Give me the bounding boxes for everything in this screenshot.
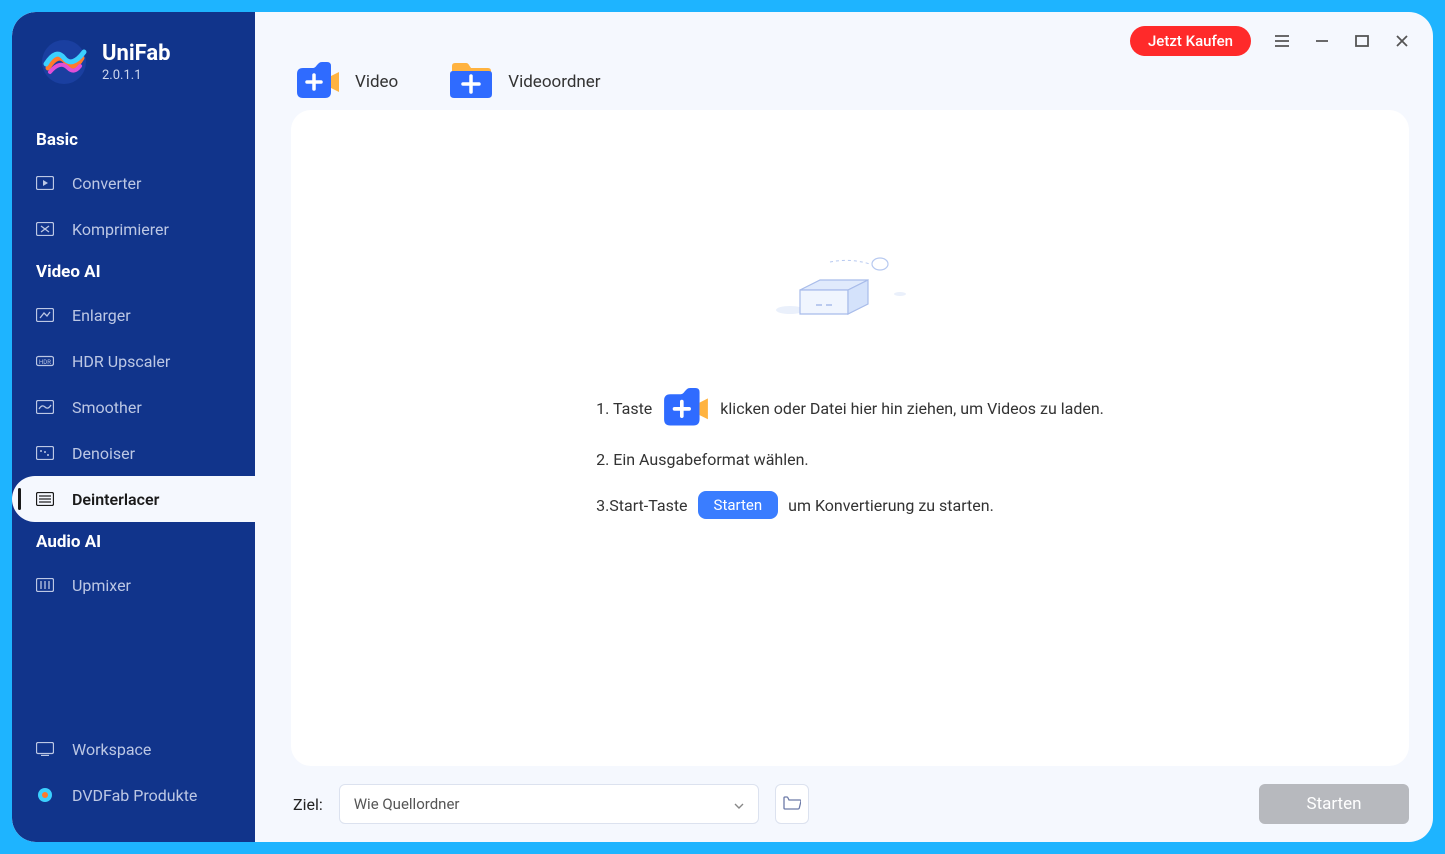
step-2: 2. Ein Ausgabeformat wählen. (596, 450, 1104, 469)
denoise-icon (36, 446, 54, 460)
add-folder-label: Videoordner (508, 72, 600, 92)
sidebar-item-converter[interactable]: Converter (12, 160, 255, 206)
sidebar-item-label: DVDFab Produkte (72, 786, 197, 805)
sidebar-item-label: Workspace (72, 740, 151, 759)
main-area: Jetzt Kaufen Video Videoordner (255, 12, 1433, 842)
add-video-inline-icon (662, 388, 710, 428)
step-1-text-b: klicken oder Datei hier hin ziehen, um V… (720, 399, 1104, 418)
sidebar-item-label: Converter (72, 174, 141, 193)
top-actions: Video Videoordner (255, 56, 1433, 110)
logo: UniFab 2.0.1.1 (12, 38, 255, 86)
maximize-icon[interactable] (1353, 32, 1371, 50)
sidebar-item-denoiser[interactable]: Denoiser (12, 430, 255, 476)
sidebar-item-hdr-upscaler[interactable]: HDR HDR Upscaler (12, 338, 255, 384)
step-1-text-a: 1. Taste (596, 399, 652, 418)
app-name: UniFab (102, 41, 171, 66)
app-version: 2.0.1.1 (102, 68, 171, 83)
browse-folder-button[interactable] (775, 784, 809, 824)
dvdfab-icon (36, 788, 54, 802)
step-3-text-b: um Konvertierung zu starten. (788, 496, 994, 515)
add-video-button[interactable]: Video (295, 62, 398, 102)
drop-zone[interactable]: 1. Taste klicken oder Datei hier hin zie… (291, 110, 1409, 766)
app-logo-icon (40, 38, 88, 86)
folder-open-icon (783, 795, 801, 814)
destination-select[interactable]: Wie Quellordner (339, 784, 759, 824)
upmix-icon (36, 578, 54, 592)
add-video-icon (295, 62, 341, 102)
sidebar-item-upmixer[interactable]: Upmixer (12, 562, 255, 608)
svg-text:HDR: HDR (39, 359, 51, 366)
step-1: 1. Taste klicken oder Datei hier hin zie… (596, 388, 1104, 428)
step-3-text-a: 3.Start-Taste (596, 496, 687, 515)
close-icon[interactable] (1393, 32, 1411, 50)
enlarge-icon (36, 308, 54, 322)
app-window: UniFab 2.0.1.1 Basic Converter Komprimie… (12, 12, 1433, 842)
sidebar-item-workspace[interactable]: Workspace (12, 726, 255, 772)
sidebar-item-label: Denoiser (72, 444, 135, 463)
add-video-folder-button[interactable]: Videoordner (448, 62, 600, 102)
monitor-icon (36, 742, 54, 756)
start-pill: Starten (698, 491, 779, 519)
sidebar-item-label: Upmixer (72, 576, 131, 595)
add-folder-icon (448, 62, 494, 102)
sidebar-section-audioai: Audio AI (12, 522, 255, 562)
destination-label: Ziel: (293, 795, 323, 814)
empty-box-illustration-icon (770, 250, 930, 340)
titlebar: Jetzt Kaufen (255, 12, 1433, 56)
minimize-icon[interactable] (1313, 32, 1331, 50)
sidebar-section-basic: Basic (12, 120, 255, 160)
compress-icon (36, 222, 54, 236)
start-button[interactable]: Starten (1259, 784, 1409, 824)
buy-now-button[interactable]: Jetzt Kaufen (1130, 26, 1251, 56)
sidebar-item-label: Deinterlacer (72, 490, 159, 509)
sidebar-item-label: Komprimierer (72, 220, 169, 239)
play-square-icon (36, 176, 54, 190)
chevron-down-icon (734, 795, 744, 813)
step-2-text: 2. Ein Ausgabeformat wählen. (596, 450, 809, 469)
sidebar-item-smoother[interactable]: Smoother (12, 384, 255, 430)
sidebar-item-label: HDR Upscaler (72, 352, 170, 371)
hamburger-menu-icon[interactable] (1273, 32, 1291, 50)
sidebar-item-label: Enlarger (72, 306, 131, 325)
sidebar: UniFab 2.0.1.1 Basic Converter Komprimie… (12, 12, 255, 842)
sidebar-item-dvdfab-produkte[interactable]: DVDFab Produkte (12, 772, 255, 818)
sidebar-item-komprimierer[interactable]: Komprimierer (12, 206, 255, 252)
footer: Ziel: Wie Quellordner Starten (255, 766, 1433, 842)
sidebar-item-deinterlacer[interactable]: Deinterlacer (12, 476, 255, 522)
destination-value: Wie Quellordner (354, 795, 460, 813)
add-video-label: Video (355, 72, 398, 92)
sidebar-item-label: Smoother (72, 398, 142, 417)
hdr-icon: HDR (36, 354, 54, 368)
sidebar-section-videoai: Video AI (12, 252, 255, 292)
step-3: 3.Start-Taste Starten um Konvertierung z… (596, 491, 1104, 519)
empty-state: 1. Taste klicken oder Datei hier hin zie… (596, 250, 1104, 519)
smooth-icon (36, 400, 54, 414)
sidebar-item-enlarger[interactable]: Enlarger (12, 292, 255, 338)
deinterlace-icon (36, 492, 54, 506)
